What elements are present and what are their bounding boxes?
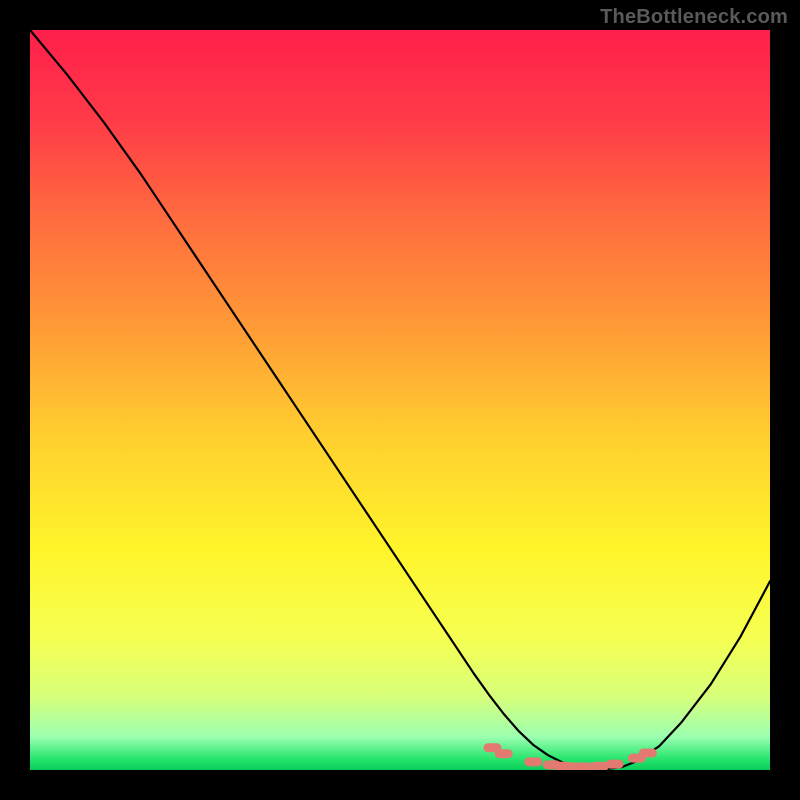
chart-svg bbox=[30, 30, 770, 770]
plot-area bbox=[30, 30, 770, 770]
optimal-marker bbox=[495, 749, 513, 758]
watermark-text: TheBottleneck.com bbox=[600, 6, 788, 29]
gradient-background bbox=[30, 30, 770, 770]
optimal-marker bbox=[639, 748, 657, 757]
chart-frame: TheBottleneck.com bbox=[0, 0, 800, 800]
optimal-marker bbox=[524, 757, 542, 766]
optimal-marker bbox=[606, 760, 624, 769]
